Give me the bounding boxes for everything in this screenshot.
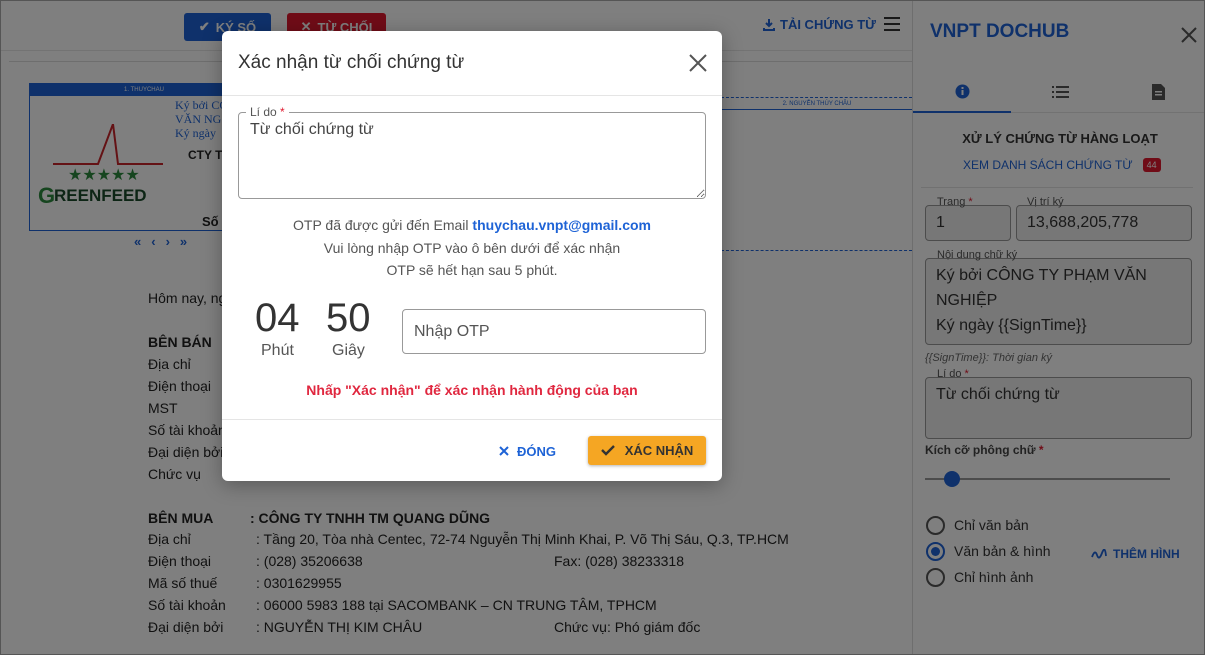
reason-label: Lí do * bbox=[246, 105, 289, 119]
otp-sent-message: OTP đã được gửi đến Email thuychau.vnpt@… bbox=[222, 217, 722, 233]
dialog-confirm-button[interactable]: XÁC NHẬN bbox=[588, 436, 706, 465]
dialog-cancel-button[interactable]: ĐÓNG bbox=[499, 436, 556, 466]
close-icon bbox=[499, 446, 509, 456]
dialog-close-icon[interactable] bbox=[687, 52, 709, 74]
dialog-divider bbox=[222, 95, 722, 96]
app-window: ✔ KÝ SỐ ✕ TỪ CHỐI TẢI CHỨNG TỪ 1. THUYCH… bbox=[0, 0, 1205, 655]
otp-expire-note: OTP sẽ hết hạn sau 5 phút. bbox=[386, 262, 558, 278]
reject-confirm-dialog: Xác nhận từ chối chứng từ Từ chối chứng … bbox=[222, 31, 722, 481]
reason-textarea[interactable]: Từ chối chứng từ bbox=[238, 112, 706, 199]
dialog-cancel-label: ĐÓNG bbox=[517, 443, 556, 459]
confirm-warning: Nhấp "Xác nhận" để xác nhận hành động củ… bbox=[306, 382, 638, 398]
dialog-footer-divider bbox=[222, 419, 722, 420]
dialog-confirm-label: XÁC NHẬN bbox=[624, 443, 694, 458]
timer-seconds: 50 bbox=[326, 296, 371, 340]
otp-email: thuychau.vnpt@gmail.com bbox=[472, 217, 651, 233]
otp-input[interactable] bbox=[402, 309, 706, 354]
reason-label-text: Lí do bbox=[250, 105, 277, 119]
timer-minutes: 04 bbox=[255, 296, 300, 340]
check-icon bbox=[600, 445, 615, 456]
otp-sent-text: OTP đã được gửi đến Email bbox=[293, 217, 473, 233]
otp-instruction: Vui lòng nhập OTP vào ô bên dưới để xác … bbox=[323, 240, 621, 256]
dialog-title: Xác nhận từ chối chứng từ bbox=[238, 52, 465, 73]
timer-seconds-label: Giây bbox=[332, 342, 365, 359]
timer-minutes-label: Phút bbox=[261, 342, 294, 359]
